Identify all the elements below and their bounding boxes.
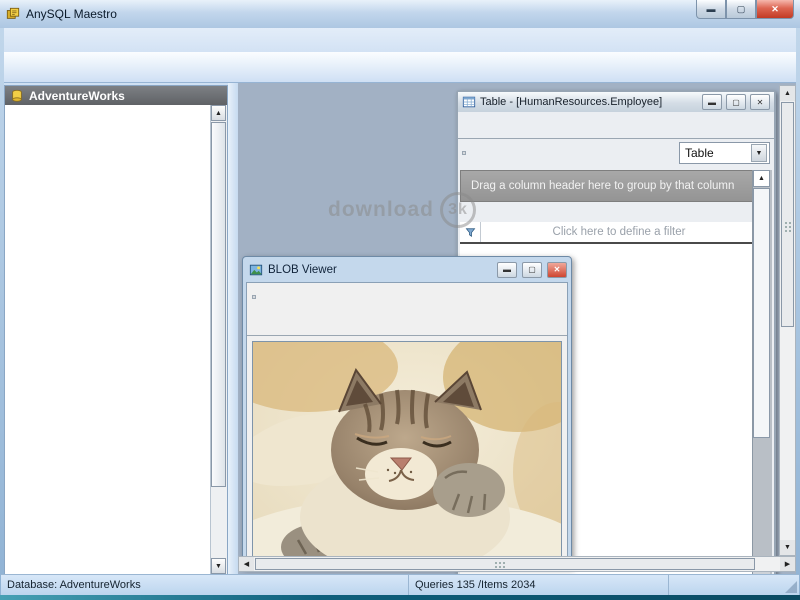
status-database: Database: AdventureWorks xyxy=(1,575,409,595)
table-icon xyxy=(462,95,476,109)
grid-filter-row[interactable]: Click here to define a filter xyxy=(460,222,757,244)
blob-minimize-button[interactable]: ▬ xyxy=(497,262,517,278)
window-title: AnySQL Maestro xyxy=(26,7,117,21)
status-counts: Queries 135 /Items 2034 xyxy=(409,575,669,595)
window-border-bottom xyxy=(0,595,800,600)
chevron-down-icon: ▼ xyxy=(751,144,767,162)
mdi-vscroll-thumb[interactable] xyxy=(781,102,794,327)
blob-close-button[interactable]: ✕ xyxy=(547,262,567,278)
mdi-scroll-left[interactable]: ◀ xyxy=(239,557,254,571)
table-window-titlebar[interactable]: Table - [HumanResources.Employee] ▬ ▢ ✕ xyxy=(458,92,774,112)
mdi-scroll-down[interactable]: ▼ xyxy=(780,540,795,555)
explorer-tree xyxy=(5,106,211,574)
tree-scroll-up[interactable]: ▲ xyxy=(211,105,226,121)
mdi-scroll-up[interactable]: ▲ xyxy=(780,86,795,101)
table-tabs xyxy=(458,112,774,139)
data-navigator: Table ▼ xyxy=(458,139,774,167)
funnel-icon xyxy=(465,227,476,238)
explorer-header[interactable]: AdventureWorks xyxy=(5,86,227,105)
mdi-scroll-right[interactable]: ▶ xyxy=(780,557,795,571)
tree-scroll-thumb[interactable] xyxy=(211,122,226,487)
table-window-title: Table - [HumanResources.Employee] xyxy=(480,96,698,108)
panel-splitter[interactable] xyxy=(228,82,238,575)
toolbar xyxy=(4,52,796,83)
image-icon xyxy=(249,263,263,277)
blob-window-title: BLOB Viewer xyxy=(268,264,492,276)
blob-navigator xyxy=(247,283,567,311)
status-bar: Database: AdventureWorks Queries 135 /It… xyxy=(1,574,799,595)
blob-maximize-button[interactable]: ▢ xyxy=(522,262,542,278)
application-window: AnySQL Maestro ▬ ▢ ✕ AdventureWorks ▲ ▼ xyxy=(0,0,800,600)
menu-bar xyxy=(4,28,796,52)
group-by-text: Drag a column header here to group by th… xyxy=(471,180,734,192)
tree-scrollbar[interactable]: ▲ ▼ xyxy=(210,105,227,574)
grid-scroll-up[interactable]: ▲ xyxy=(753,170,770,187)
filter-prompt[interactable]: Click here to define a filter xyxy=(481,222,757,242)
view-mode-value: Table xyxy=(685,146,714,160)
watermark: download 3k xyxy=(328,192,476,228)
close-button[interactable]: ✕ xyxy=(756,0,794,19)
mdi-horizontal-scrollbar[interactable]: ◀ ▶ xyxy=(238,556,796,572)
blob-tabs xyxy=(247,311,567,336)
filter-indicator-cell xyxy=(460,222,481,242)
blob-viewer-window: BLOB Viewer ▬ ▢ ✕ xyxy=(242,256,572,568)
table-maximize-button[interactable]: ▢ xyxy=(726,94,746,110)
blob-titlebar[interactable]: BLOB Viewer ▬ ▢ ✕ xyxy=(245,259,569,280)
workspace: AdventureWorks ▲ ▼ Table - [HumanResourc… xyxy=(4,82,796,575)
grid-scroll-thumb[interactable] xyxy=(753,188,770,438)
table-close-button[interactable]: ✕ xyxy=(750,94,770,110)
mdi-area: Table - [HumanResources.Employee] ▬ ▢ ✕ … xyxy=(238,82,796,575)
mdi-vertical-scrollbar[interactable]: ▲ ▼ xyxy=(779,85,796,556)
blob-client xyxy=(246,282,568,567)
minimize-button[interactable]: ▬ xyxy=(696,0,726,19)
grid-scrollbar[interactable]: ▲ ▼ xyxy=(752,170,772,575)
database-icon xyxy=(10,89,24,103)
watermark-text: download xyxy=(328,198,434,222)
app-icon xyxy=(6,7,20,21)
group-by-bar[interactable]: Drag a column header here to group by th… xyxy=(460,170,753,202)
blob-image-area xyxy=(252,341,562,566)
title-bar[interactable]: AnySQL Maestro ▬ ▢ ✕ xyxy=(0,0,800,28)
tree-scroll-down[interactable]: ▼ xyxy=(211,558,226,574)
status-extra xyxy=(669,575,799,595)
explorer-header-label: AdventureWorks xyxy=(29,89,125,103)
view-mode-select[interactable]: Table ▼ xyxy=(679,142,770,164)
kitten-photo xyxy=(253,342,562,566)
table-minimize-button[interactable]: ▬ xyxy=(702,94,722,110)
explorer-panel: AdventureWorks ▲ ▼ xyxy=(4,85,228,575)
maximize-button[interactable]: ▢ xyxy=(726,0,756,19)
